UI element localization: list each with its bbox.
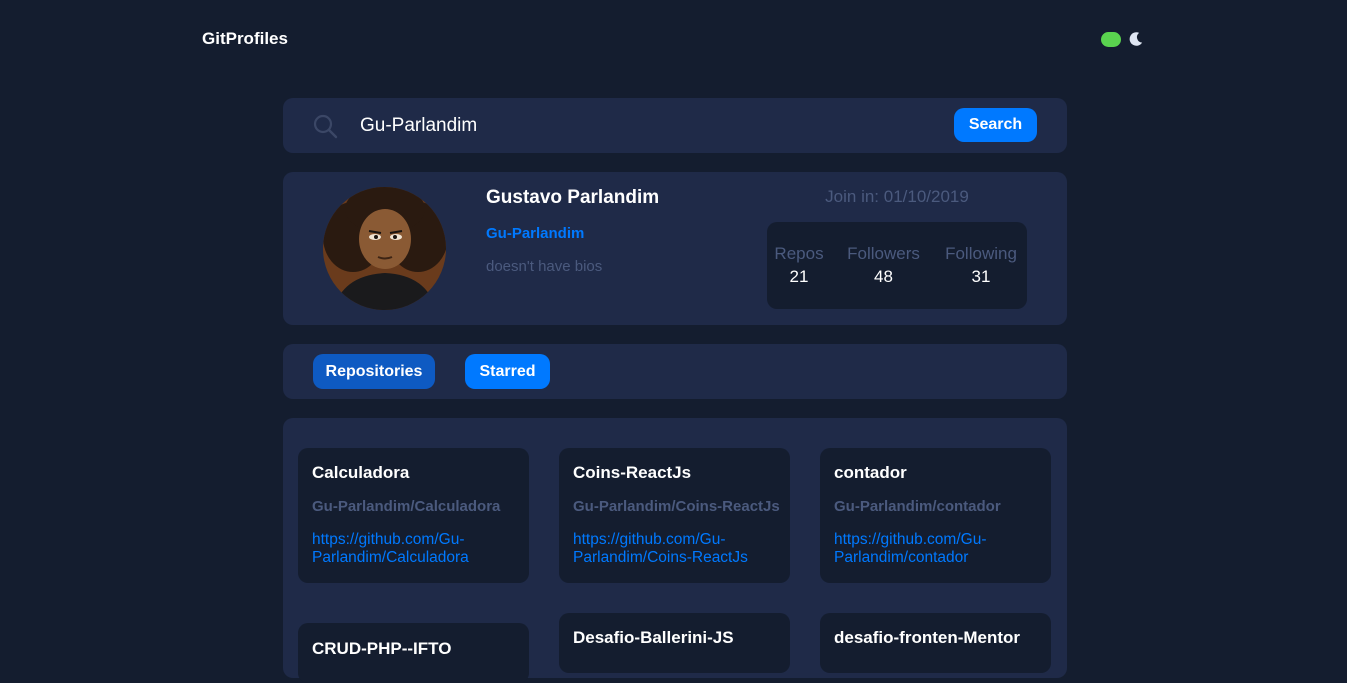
stat-label: Followers (847, 244, 920, 263)
repo-full-name: Gu-Parlandim/contador (834, 498, 1001, 515)
stat-label: Repos (774, 244, 824, 263)
stat-value: 21 (789, 267, 809, 286)
repo-full-name: Gu-Parlandim/Coins-ReactJs (573, 498, 780, 515)
repo-url-link[interactable]: https://github.com/Gu-Parlandim/Coins-Re… (573, 531, 778, 567)
tab-starred[interactable]: Starred (465, 354, 550, 389)
theme-toggle[interactable] (1101, 30, 1147, 48)
toggle-switch[interactable] (1101, 31, 1121, 47)
repo-name: CRUD-PHP--IFTO (312, 639, 452, 658)
search-button[interactable]: Search (954, 108, 1037, 142)
profile-bio: doesn't have bios (486, 258, 603, 275)
repo-name: Desafio-Ballerini-JS (573, 628, 734, 647)
repo-url-link[interactable]: https://github.com/Gu-Parlandim/contador (834, 531, 1039, 567)
repo-name: Calculadora (312, 463, 410, 482)
moon-icon (1129, 32, 1143, 46)
search-input[interactable] (360, 110, 920, 142)
repo-card[interactable]: Coins-ReactJs Gu-Parlandim/Coins-ReactJs… (559, 448, 790, 583)
stat-label: Following (945, 244, 1017, 263)
repo-name: desafio-fronten-Mentor (834, 628, 1021, 647)
stat-value: 48 (874, 267, 893, 286)
app-title: GitProfiles (202, 29, 288, 48)
tab-repositories[interactable]: Repositories (313, 354, 435, 389)
top-bar: GitProfiles (0, 0, 1347, 80)
stat-value: 31 (971, 267, 991, 286)
repo-card[interactable]: desafio-fronten-Mentor (820, 613, 1051, 673)
join-date: Join in: 01/10/2019 (825, 187, 969, 206)
profile-login-link[interactable]: Gu-Parlandim (486, 225, 584, 242)
repo-card[interactable]: Desafio-Ballerini-JS (559, 613, 790, 673)
repo-full-name: Gu-Parlandim/Calculadora (312, 498, 501, 515)
search-icon (313, 114, 338, 139)
repo-card[interactable]: Calculadora Gu-Parlandim/Calculadora htt… (298, 448, 529, 583)
avatar (323, 187, 446, 310)
repo-card[interactable]: contador Gu-Parlandim/contador https://g… (820, 448, 1051, 583)
repo-card[interactable]: CRUD-PHP--IFTO (298, 623, 529, 683)
profile-name: Gustavo Parlandim (486, 187, 660, 208)
repo-name: contador (834, 463, 907, 482)
repo-name: Coins-ReactJs (573, 463, 692, 482)
stat-repos: Repos 21 (774, 244, 824, 287)
repo-url-link[interactable]: https://github.com/Gu-Parlandim/Calculad… (312, 531, 517, 567)
stat-following: Following 31 (943, 244, 1019, 287)
stat-followers: Followers 48 (845, 244, 922, 287)
stats-box: Repos 21 Followers 48 Following 31 (767, 222, 1027, 309)
